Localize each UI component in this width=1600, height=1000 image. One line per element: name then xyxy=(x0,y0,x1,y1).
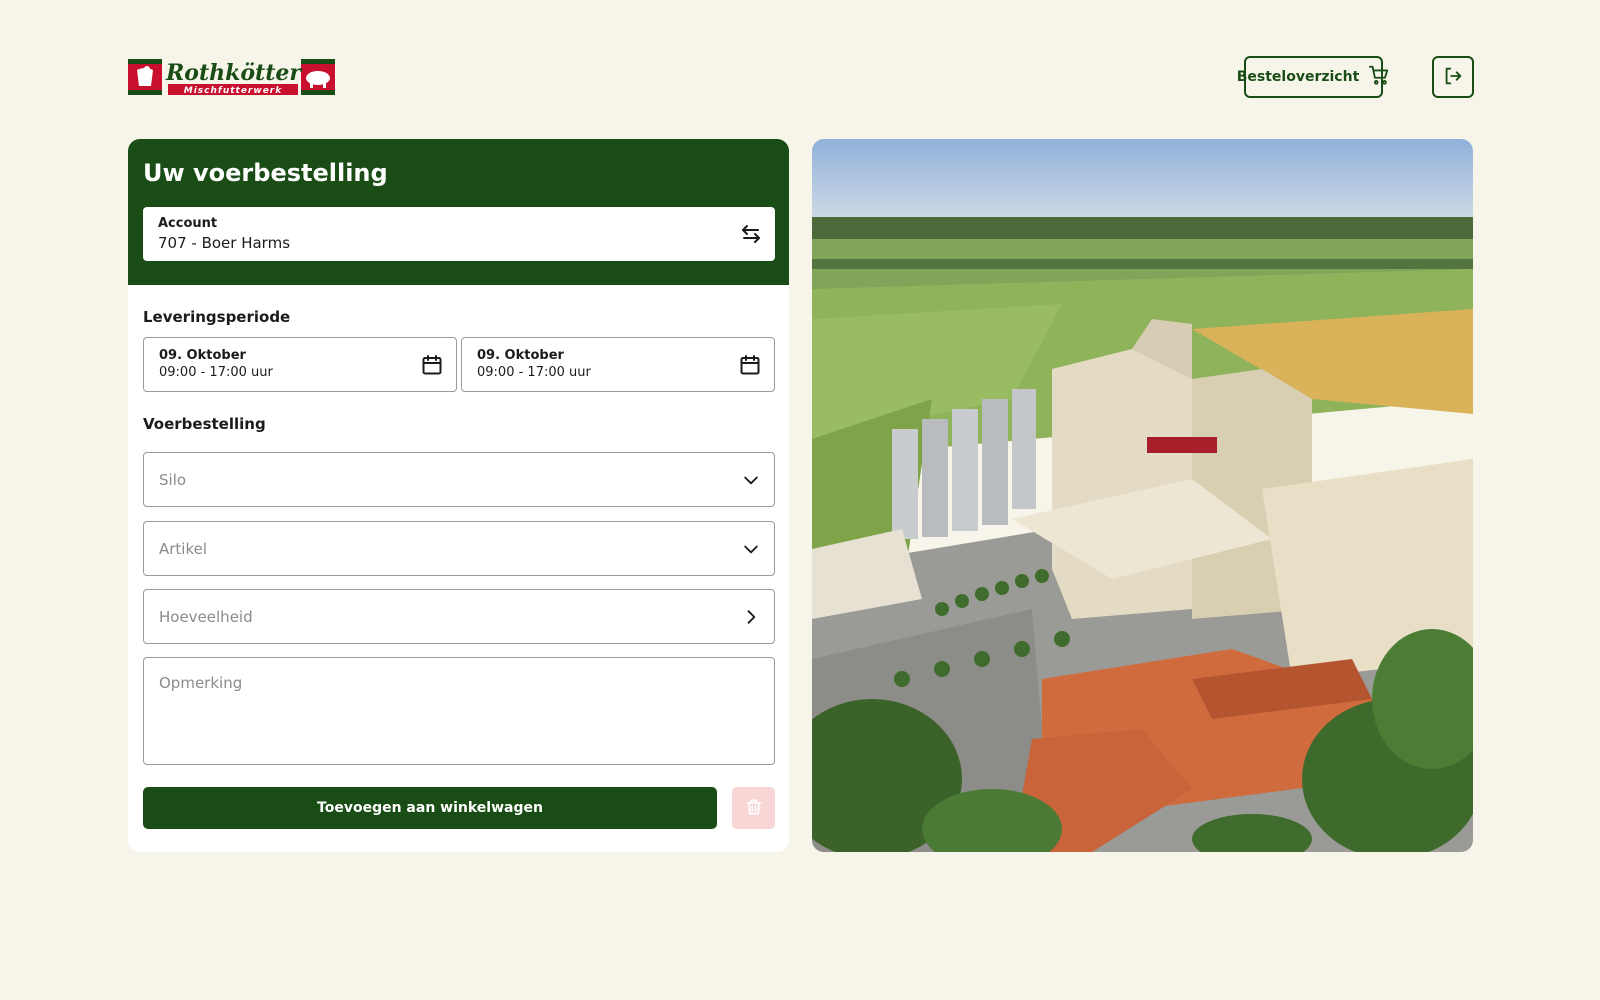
delivery-period-label: Leveringsperiode xyxy=(143,308,291,326)
add-to-cart-button[interactable]: Toevoegen aan winkelwagen xyxy=(143,787,717,829)
delivery-from-time: 09:00 - 17:00 uur xyxy=(159,365,273,380)
chevron-down-icon xyxy=(741,539,761,563)
account-value: 707 - Boer Harms xyxy=(158,234,291,252)
header: Rothkötter Mischfutterwerk Besteloverzic… xyxy=(128,56,1474,98)
account-label: Account xyxy=(158,216,218,231)
delivery-to-time: 09:00 - 17:00 uur xyxy=(477,365,591,380)
trash-icon xyxy=(744,797,764,820)
feed-mill-photo xyxy=(812,139,1473,852)
logout-icon xyxy=(1442,65,1464,90)
delete-button[interactable] xyxy=(732,787,775,829)
silo-placeholder: Silo xyxy=(159,470,187,489)
delivery-to-day: 09. Oktober xyxy=(477,348,564,363)
remark-placeholder: Opmerking xyxy=(159,674,243,692)
chevron-right-icon xyxy=(741,607,761,631)
page-title: Uw voerbestelling xyxy=(143,159,388,187)
logo[interactable]: Rothkötter Mischfutterwerk xyxy=(128,58,335,96)
logo-brand: Rothkötter xyxy=(165,60,302,86)
calendar-icon[interactable] xyxy=(420,353,444,381)
chevron-down-icon xyxy=(741,470,761,494)
calendar-icon[interactable] xyxy=(738,353,762,381)
quantity-placeholder: Hoeveelheid xyxy=(159,607,253,626)
article-select[interactable]: Artikel xyxy=(143,521,775,576)
feed-order-label: Voerbestelling xyxy=(143,415,266,433)
silo-select[interactable]: Silo xyxy=(143,452,775,507)
swap-icon[interactable] xyxy=(739,222,763,250)
article-placeholder: Artikel xyxy=(159,539,208,558)
logo-sub: Mischfutterwerk xyxy=(184,86,282,96)
order-overview-label: Besteloverzicht xyxy=(1236,69,1360,85)
delivery-from-field[interactable]: 09. Oktober 09:00 - 17:00 uur xyxy=(143,337,457,392)
delivery-to-field[interactable]: 09. Oktober 09:00 - 17:00 uur xyxy=(461,337,775,392)
order-overview-button[interactable]: Besteloverzicht xyxy=(1237,56,1389,98)
account-selector[interactable]: Account 707 - Boer Harms xyxy=(143,207,775,261)
delivery-from-day: 09. Oktober xyxy=(159,348,246,363)
remark-textarea[interactable]: Opmerking xyxy=(143,657,775,765)
cart-icon xyxy=(1368,64,1390,90)
order-card: Uw voerbestelling Account 707 - Boer Har… xyxy=(128,139,789,852)
logout-button[interactable] xyxy=(1432,56,1474,98)
quantity-field[interactable]: Hoeveelheid xyxy=(143,589,775,644)
order-card-header: Uw voerbestelling Account 707 - Boer Har… xyxy=(128,139,789,285)
